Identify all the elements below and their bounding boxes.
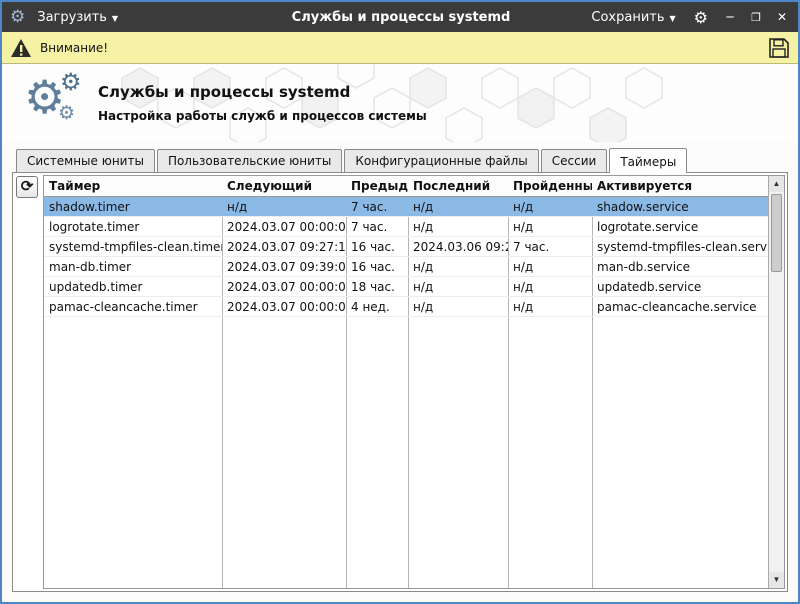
- table-cell: 2024.03.07 00:00:00: [222, 297, 346, 316]
- table-cell: shadow.service: [592, 197, 768, 216]
- table-cell: н/д: [508, 277, 592, 296]
- column-header[interactable]: Следующий: [222, 176, 346, 196]
- table-cell: н/д: [508, 257, 592, 276]
- table-row[interactable]: updatedb.timer2024.03.07 00:00:0018 час.…: [44, 277, 768, 297]
- save-menu-label: Сохранить: [591, 10, 664, 25]
- close-button[interactable]: ✕: [772, 10, 792, 24]
- table-cell: н/д: [508, 197, 592, 216]
- column-header[interactable]: Таймер: [44, 176, 222, 196]
- timers-table: ТаймерСледующийПредыдущийПоследнийПройде…: [43, 175, 785, 589]
- page-header: ⚙ ⚙ ⚙ Службы и процессы systemd Настройк…: [2, 64, 798, 142]
- floppy-disk-icon: [768, 37, 790, 59]
- table-cell: systemd-tmpfiles-clean.service: [592, 237, 768, 256]
- table-cell: updatedb.timer: [44, 277, 222, 296]
- table-cell: logrotate.service: [592, 217, 768, 236]
- table-row[interactable]: systemd-tmpfiles-clean.timer2024.03.07 0…: [44, 237, 768, 257]
- tab-user-units[interactable]: Пользовательские юниты: [157, 149, 342, 172]
- table-header-row: ТаймерСледующийПредыдущийПоследнийПройде…: [44, 176, 768, 197]
- chevron-down-icon: ▼: [670, 14, 676, 23]
- save-menu-button[interactable]: Сохранить ▼: [585, 7, 681, 28]
- table-cell: 2024.03.07 09:27:19: [222, 237, 346, 256]
- vertical-scrollbar[interactable]: ▲ ▼: [768, 176, 784, 588]
- table-cell: н/д: [508, 217, 592, 236]
- table-cell: 16 час.: [346, 257, 408, 276]
- table-cell: updatedb.service: [592, 277, 768, 296]
- table-cell: 7 час.: [508, 237, 592, 256]
- table-cell: 2024.03.07 00:00:00: [222, 277, 346, 296]
- gear-icon: ⚙: [58, 104, 75, 123]
- warning-triangle-icon: [10, 38, 32, 58]
- scrollbar-thumb[interactable]: [771, 194, 782, 272]
- table-cell: systemd-tmpfiles-clean.timer: [44, 237, 222, 256]
- column-header[interactable]: Последний: [408, 176, 508, 196]
- gear-icon: ⚙: [60, 70, 82, 94]
- table-cell: shadow.timer: [44, 197, 222, 216]
- table-cell: 2024.03.06 09:27:19: [408, 237, 508, 256]
- chevron-down-icon: ▼: [112, 14, 118, 23]
- tab-bar: Системные юниты Пользовательские юниты К…: [2, 142, 798, 172]
- timer-table-body: shadow.timerн/д7 час.н/дн/дshadow.servic…: [44, 197, 768, 317]
- load-menu-label: Загрузить: [37, 10, 107, 25]
- table-cell: 4 нед.: [346, 297, 408, 316]
- table-cell: pamac-cleancache.service: [592, 297, 768, 316]
- table-cell: 2024.03.07 00:00:00: [222, 217, 346, 236]
- table-row[interactable]: logrotate.timer2024.03.07 00:00:007 час.…: [44, 217, 768, 237]
- tab-system-units[interactable]: Системные юниты: [16, 149, 155, 172]
- table-cell: н/д: [408, 257, 508, 276]
- titlebar: ⚙ Загрузить ▼ Службы и процессы systemd …: [2, 2, 798, 32]
- page-title: Службы и процессы systemd: [98, 83, 427, 101]
- app-logo-gears: ⚙ ⚙ ⚙: [2, 64, 98, 142]
- table-cell: 7 час.: [346, 197, 408, 216]
- column-header[interactable]: Активируется: [592, 176, 768, 196]
- minimize-button[interactable]: ─: [720, 10, 740, 24]
- table-row[interactable]: pamac-cleancache.timer2024.03.07 00:00:0…: [44, 297, 768, 317]
- window-title: Службы и процессы systemd: [230, 10, 572, 25]
- table-cell: н/д: [408, 297, 508, 316]
- table-cell: 7 час.: [346, 217, 408, 236]
- table-cell: н/д: [508, 297, 592, 316]
- warning-banner: Внимание!: [2, 32, 798, 64]
- table-cell: 2024.03.07 09:39:00: [222, 257, 346, 276]
- tab-timers[interactable]: Таймеры: [609, 148, 687, 173]
- table-cell: logrotate.timer: [44, 217, 222, 236]
- table-row[interactable]: shadow.timerн/д7 час.н/дн/дshadow.servic…: [44, 197, 768, 217]
- load-menu-button[interactable]: Загрузить ▼: [31, 7, 124, 28]
- scroll-up-button[interactable]: ▲: [769, 176, 784, 192]
- column-header[interactable]: Предыдущий: [346, 176, 408, 196]
- table-cell: man-db.timer: [44, 257, 222, 276]
- timers-grid: ТаймерСледующийПредыдущийПоследнийПройде…: [44, 176, 768, 588]
- scroll-down-button[interactable]: ▼: [769, 572, 784, 588]
- table-row[interactable]: man-db.timer2024.03.07 09:39:0016 час.н/…: [44, 257, 768, 277]
- table-cell: man-db.service: [592, 257, 768, 276]
- tab-config-files[interactable]: Конфигурационные файлы: [344, 149, 538, 172]
- table-cell: н/д: [408, 217, 508, 236]
- toolbar-column: ⟳: [15, 175, 43, 589]
- table-cell: н/д: [408, 277, 508, 296]
- save-file-button[interactable]: [768, 37, 790, 59]
- settings-gear-icon[interactable]: ⚙: [688, 8, 714, 27]
- refresh-button[interactable]: ⟳: [16, 176, 38, 198]
- app-window: ⚙ Загрузить ▼ Службы и процессы systemd …: [0, 0, 800, 604]
- maximize-button[interactable]: ❐: [746, 11, 766, 24]
- table-cell: н/д: [408, 197, 508, 216]
- tab-sessions[interactable]: Сессии: [541, 149, 608, 172]
- warning-text: Внимание!: [40, 41, 108, 55]
- app-gears-icon: ⚙: [10, 9, 25, 26]
- column-header[interactable]: Пройденный: [508, 176, 592, 196]
- table-cell: н/д: [222, 197, 346, 216]
- table-cell: pamac-cleancache.timer: [44, 297, 222, 316]
- timers-panel: ⟳ ТаймерСледующийПредыдущийПоследнийПрой…: [12, 172, 788, 592]
- page-subtitle: Настройка работы служб и процессов систе…: [98, 109, 427, 123]
- table-cell: 18 час.: [346, 277, 408, 296]
- table-cell: 16 час.: [346, 237, 408, 256]
